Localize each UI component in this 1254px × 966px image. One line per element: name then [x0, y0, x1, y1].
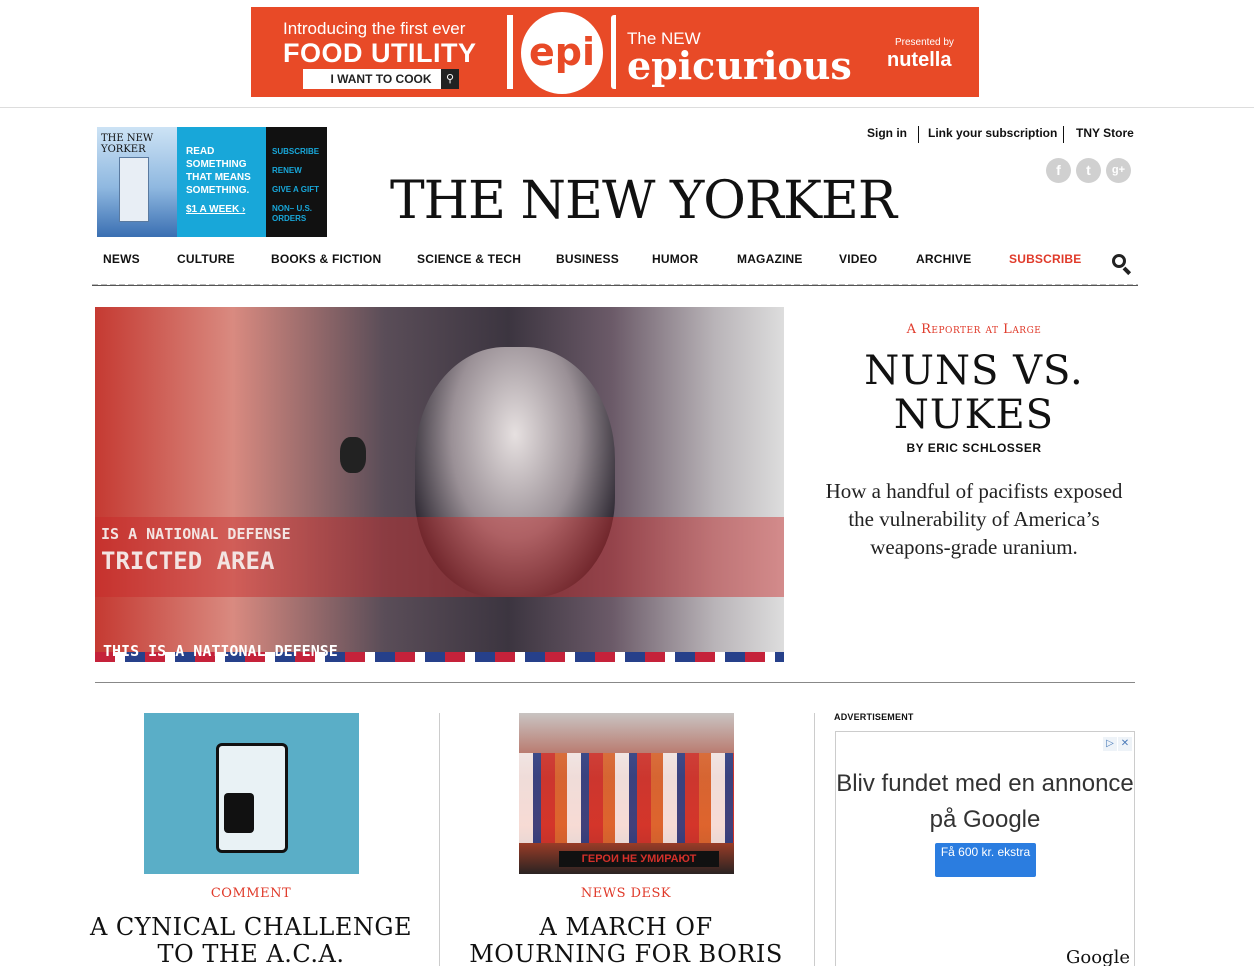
link-subscription-link[interactable]: Link your subscription: [928, 126, 1057, 140]
subscribe-links: SUBSCRIBE RENEW GIVE A GIFT NON– U.S. OR…: [272, 147, 327, 233]
epicurious-banner-ad[interactable]: Introducing the first ever FOOD UTILITY …: [251, 7, 979, 97]
facebook-icon[interactable]: f: [1046, 158, 1071, 183]
ad-choices[interactable]: ▷ ✕: [1102, 733, 1132, 751]
hero-image[interactable]: IS A NATIONAL DEFENSE TRICTED AREA THIS …: [95, 307, 784, 662]
ad-message: Bliv fundet med en annonce på Google: [836, 770, 1134, 833]
nav-science-tech[interactable]: SCIENCE & TECH: [417, 252, 521, 266]
close-icon[interactable]: ✕: [1118, 737, 1132, 751]
fork-icon: [507, 15, 513, 89]
ad-presented-by: Presented by: [895, 37, 954, 48]
ad-sponsor: nutella: [887, 49, 952, 71]
story-kicker[interactable]: COMMENT: [101, 886, 401, 901]
main-nav: NEWS CULTURE BOOKS & FICTION SCIENCE & T…: [92, 252, 1138, 276]
adchoices-icon[interactable]: ▷: [1103, 737, 1117, 751]
nav-magazine[interactable]: MAGAZINE: [737, 252, 803, 266]
pitch-line: THAT MEANS: [186, 172, 251, 183]
story-image-news-desk[interactable]: ГЕРОИ НЕ УМИРАЮТ: [519, 713, 734, 874]
nav-culture[interactable]: CULTURE: [177, 252, 235, 266]
hero-image-text: TRICTED AREA: [101, 547, 275, 575]
microphone-illustration: [340, 437, 366, 473]
divider: [1063, 126, 1064, 143]
nav-books-fiction[interactable]: BOOKS & FICTION: [271, 252, 381, 266]
pitch-line: SOMETHING: [186, 159, 247, 170]
nav-archive[interactable]: ARCHIVE: [916, 252, 971, 266]
google-display-ad[interactable]: ▷ ✕ Bliv fundet med en annonce på Google …: [835, 731, 1135, 966]
nav-divider: [92, 284, 1138, 286]
non-us-orders-link[interactable]: NON– U.S. ORDERS: [272, 204, 327, 224]
column-divider: [439, 713, 440, 966]
renew-link[interactable]: RENEW: [272, 166, 327, 176]
hero-story: A Reporter at Large NUNS VS. NUKES BY ER…: [814, 322, 1134, 561]
google-plus-icon[interactable]: g+: [1106, 158, 1131, 183]
hero-dek: How a handful of pacifists exposed the v…: [825, 479, 1123, 559]
hero-byline[interactable]: BY ERIC SCHLOSSER: [814, 441, 1134, 455]
ad-cta-button[interactable]: Få 600 kr. ekstra: [935, 843, 1036, 877]
story-title[interactable]: A MARCH OF MOURNING FOR BORIS NEMTSOV: [461, 914, 791, 966]
flags-crowd: [519, 753, 734, 843]
column-divider: [814, 713, 815, 966]
story-kicker[interactable]: NEWS DESK: [476, 886, 776, 901]
google-logo: Google: [1066, 947, 1130, 966]
give-gift-link[interactable]: GIVE A GIFT: [272, 185, 327, 195]
cover-building-illustration: [119, 157, 149, 222]
site-logo[interactable]: THE NEW YORKER: [390, 168, 897, 234]
divider: [918, 126, 919, 143]
knife-icon: [611, 15, 616, 89]
magazine-cover-image[interactable]: THE NEW YORKER: [97, 127, 177, 237]
hero-title[interactable]: NUNS VS. NUKES: [814, 349, 1134, 437]
hero-image-text: IS A NATIONAL DEFENSE: [101, 525, 291, 543]
advertisement-label: ADVERTISEMENT: [834, 712, 914, 722]
nav-business[interactable]: BUSINESS: [556, 252, 619, 266]
top-banner-ad-area: Introducing the first ever FOOD UTILITY …: [0, 0, 1254, 108]
hero-kicker[interactable]: A Reporter at Large: [814, 322, 1134, 337]
subscribe-promo[interactable]: THE NEW YORKER READ SOMETHING THAT MEANS…: [97, 127, 327, 237]
ad-brand-text: epicurious: [627, 43, 852, 88]
ad-cta-button[interactable]: I WANT TO COOK: [303, 69, 459, 89]
sign-in-link[interactable]: Sign in: [867, 126, 907, 140]
photo-banner-text: ГЕРОИ НЕ УМИРАЮТ: [559, 851, 719, 867]
epi-logo: epi: [521, 12, 603, 94]
search-icon[interactable]: [1110, 252, 1132, 276]
story-title[interactable]: A CYNICAL CHALLENGE TO THE A.C.A.: [86, 914, 416, 966]
tny-store-link[interactable]: TNY Store: [1076, 126, 1134, 140]
nav-video[interactable]: VIDEO: [839, 252, 877, 266]
nav-humor[interactable]: HUMOR: [652, 252, 698, 266]
hero-image-text: THIS IS A NATIONAL DEFENSE: [103, 642, 338, 660]
story-image-comment[interactable]: [144, 713, 359, 874]
ad-headline: FOOD UTILITY: [283, 38, 477, 68]
header-utility-links: Sign in Link your subscription TNY Store: [860, 126, 1140, 144]
nav-subscribe[interactable]: SUBSCRIBE: [1009, 252, 1081, 266]
search-icon[interactable]: ⚲: [441, 69, 459, 89]
twitter-icon[interactable]: t: [1076, 158, 1101, 183]
pitch-line: SOMETHING.: [186, 185, 250, 196]
pitch-line: READ: [186, 146, 215, 157]
subscribe-price-link[interactable]: $1 A WEEK ›: [186, 203, 266, 216]
section-divider: [95, 682, 1135, 683]
cover-masthead: THE NEW YORKER: [101, 133, 154, 155]
nav-news[interactable]: NEWS: [103, 252, 140, 266]
ad-intro-text: Introducing the first ever: [283, 19, 466, 38]
subscribe-link[interactable]: SUBSCRIBE: [272, 147, 327, 157]
subscribe-pitch[interactable]: READ SOMETHING THAT MEANS SOMETHING. $1 …: [177, 127, 266, 237]
illustration-figure: [224, 793, 254, 833]
